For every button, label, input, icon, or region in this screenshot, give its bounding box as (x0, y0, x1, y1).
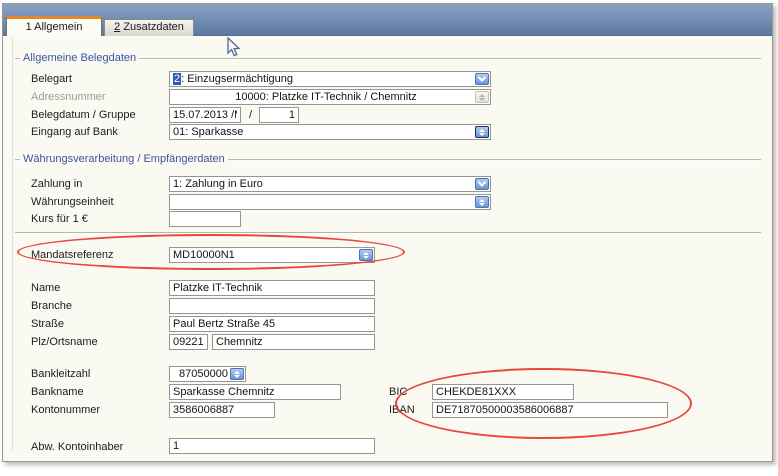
abw-kontoinhaber-label: Abw. Kontoinhaber (31, 441, 123, 453)
group-waehrung-title: Währungsverarbeitung / Empfängerdaten (20, 154, 228, 165)
spinner-icon (479, 129, 485, 136)
screenshot-stage: 1 Allgemein 2 Zusatzdaten Allgemeine Bel… (0, 0, 778, 476)
belegdatum-slash: / (249, 109, 252, 121)
belegdatum-input[interactable] (169, 107, 241, 123)
eingang-bank-field[interactable]: 01: Sparkasse (169, 124, 491, 140)
spinner-icon (479, 94, 485, 101)
tab-strip: 1 Allgemein 2 Zusatzdaten (3, 4, 772, 36)
mandatsreferenz-field[interactable]: MD10000N1 (169, 247, 375, 263)
strasse-label: Straße (31, 318, 64, 330)
kontonummer-label: Kontonummer (31, 404, 100, 416)
mandatsreferenz-spinner-button[interactable] (359, 249, 373, 261)
belegdatum-label: Belegdatum / Gruppe (31, 109, 136, 121)
iban-input[interactable] (432, 402, 668, 418)
tab-zusatzdaten-label: Zusatzdaten (120, 21, 184, 33)
spinner-icon (234, 371, 240, 378)
tab-zusatzdaten[interactable]: 2 Zusatzdaten (104, 19, 194, 36)
iban-label: IBAN (389, 404, 415, 416)
belegart-dropdown-button[interactable] (475, 73, 489, 85)
adressnummer-field: 10000: Platzke IT-Technik / Chemnitz (169, 89, 491, 105)
tab-allgemein[interactable]: 1 Allgemein (6, 16, 102, 36)
strasse-input[interactable] (169, 316, 375, 332)
zahlung-in-label: Zahlung in (31, 178, 82, 190)
adressnummer-spinner-button (475, 91, 489, 103)
belegart-combobox[interactable]: 2: Einzugsermächtigung (169, 71, 491, 87)
waehrungseinheit-field[interactable] (169, 194, 491, 210)
plz-ortsname-label: Plz/Ortsname (31, 336, 98, 348)
kurs-input[interactable] (169, 211, 241, 227)
abw-kontoinhaber-input[interactable] (169, 438, 375, 454)
mandatsreferenz-value: MD10000N1 (173, 249, 235, 261)
mandatsreferenz-label: Mandatsreferenz (31, 249, 114, 261)
bic-label: BIC (389, 386, 407, 398)
branche-label: Branche (31, 300, 72, 312)
waehrungseinheit-spinner-button[interactable] (475, 196, 489, 208)
spinner-icon (479, 199, 485, 206)
beleg-erfassung-window: 1 Allgemein 2 Zusatzdaten Allgemeine Bel… (2, 3, 773, 462)
adressnummer-value: 10000: Platzke IT-Technik / Chemnitz (235, 91, 417, 103)
branche-input[interactable] (169, 298, 375, 314)
group-allgemeine-belegdaten: Allgemeine Belegdaten (15, 53, 761, 65)
name-label: Name (31, 282, 60, 294)
belegart-label: Belegart (31, 73, 72, 85)
eingang-bank-label: Eingang auf Bank (31, 126, 118, 138)
panel-left-edge (12, 36, 13, 451)
adressnummer-label: Adressnummer (31, 91, 106, 103)
group-waehrung: Währungsverarbeitung / Empfängerdaten (15, 154, 761, 166)
group-allgemeine-belegdaten-title: Allgemeine Belegdaten (20, 53, 139, 64)
kontonummer-input[interactable] (169, 402, 275, 418)
bankname-label: Bankname (31, 386, 84, 398)
belegart-selected-char: 2 (173, 73, 181, 85)
name-input[interactable] (169, 280, 375, 296)
zahlung-in-combobox[interactable]: 1: Zahlung in Euro (169, 176, 491, 192)
ort-input[interactable] (212, 334, 375, 350)
plz-input[interactable] (169, 334, 208, 350)
zahlung-in-dropdown-button[interactable] (475, 178, 489, 190)
spinner-icon (363, 252, 369, 259)
bic-input[interactable] (432, 384, 574, 400)
kurs-label: Kurs für 1 € (31, 213, 88, 225)
bankname-input[interactable] (169, 384, 341, 400)
waehrungseinheit-label: Währungseinheit (31, 196, 114, 208)
bankleitzahl-label: Bankleitzahl (31, 368, 90, 380)
tab-allgemein-label: 1 Allgemein (26, 21, 83, 33)
zahlung-in-value: 1: Zahlung in Euro (173, 178, 263, 190)
chevron-down-icon (478, 73, 486, 81)
gruppe-input[interactable] (259, 107, 299, 123)
chevron-down-icon (478, 178, 486, 186)
bankleitzahl-value: 87050000 (179, 368, 228, 380)
bankleitzahl-spinner-button[interactable] (230, 368, 244, 380)
eingang-bank-spinner-button[interactable] (475, 126, 489, 138)
belegart-value: : Einzugsermächtigung (181, 73, 293, 85)
eingang-bank-value: 01: Sparkasse (173, 126, 243, 138)
bankleitzahl-field[interactable]: 87050000 (169, 366, 246, 382)
section-separator (15, 232, 761, 234)
